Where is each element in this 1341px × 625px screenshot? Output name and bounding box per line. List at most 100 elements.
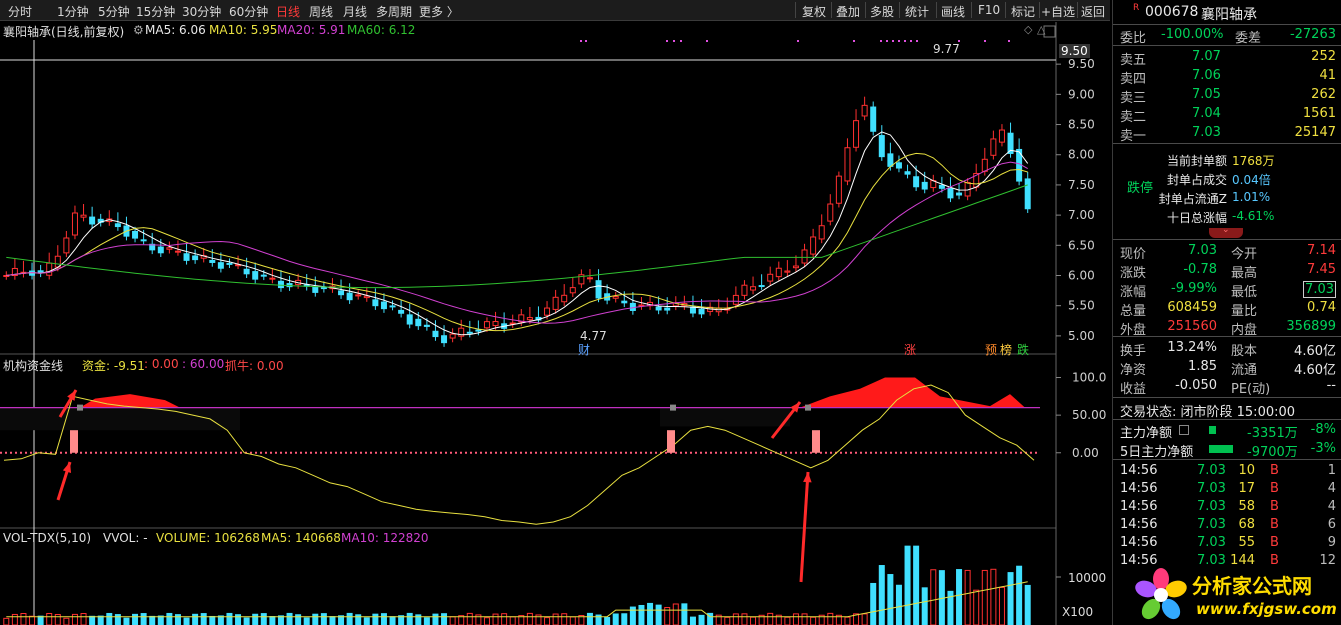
period-toolbar: 分时 1分钟 5分钟 15分钟 30分钟 60分钟 日线 周线 月线 多周期 更… bbox=[0, 0, 1110, 21]
candle-body bbox=[372, 299, 379, 307]
signal-dot bbox=[904, 40, 906, 42]
tab-monthly[interactable]: 月线 bbox=[343, 3, 367, 20]
bang-tag[interactable]: 榜 bbox=[1000, 341, 1012, 358]
tab-15min[interactable]: 15分钟 bbox=[136, 3, 175, 20]
ma5-label: MA5: 6.06 bbox=[145, 23, 206, 37]
volume-value-label: VOLUME: 106268 bbox=[156, 531, 260, 545]
watermark: 分析家公式网 www.fxjgsw.com bbox=[1130, 565, 1341, 625]
candle-body bbox=[269, 277, 276, 280]
volume-bar bbox=[998, 586, 1005, 625]
tab-1min[interactable]: 1分钟 bbox=[57, 3, 89, 20]
stock-code: 000678 bbox=[1145, 4, 1199, 20]
candle-body bbox=[810, 236, 817, 255]
tab-5min[interactable]: 5分钟 bbox=[98, 3, 130, 20]
volume-bar bbox=[526, 612, 533, 625]
candle-body bbox=[998, 129, 1005, 143]
candle-body bbox=[406, 314, 413, 325]
triangle-icon[interactable]: △ bbox=[1037, 23, 1045, 36]
volume-bar bbox=[380, 613, 387, 625]
draw-line-button[interactable]: 画线 bbox=[941, 3, 965, 20]
ma20-line bbox=[6, 161, 1028, 324]
fuquan-button[interactable]: 复权 bbox=[802, 3, 826, 20]
candle-body bbox=[767, 273, 774, 282]
ask-row[interactable]: 卖五 7.07 252 bbox=[1113, 48, 1341, 68]
zero-label: : 0.00 bbox=[144, 357, 179, 371]
candle-body bbox=[981, 158, 988, 172]
info-box-icon[interactable] bbox=[1179, 425, 1189, 435]
candle-body bbox=[956, 192, 963, 196]
stat-row: 涨幅 -9.99% 最低 7.03 bbox=[1120, 281, 1336, 300]
watermark-cn: 分析家公式网 bbox=[1192, 574, 1312, 598]
settings-icon[interactable]: ⚙ bbox=[133, 23, 144, 37]
volume-bar bbox=[37, 615, 44, 625]
f10-button[interactable]: F10 bbox=[978, 3, 1000, 17]
candle-body bbox=[818, 225, 825, 240]
ask-row[interactable]: 卖一 7.03 25147 bbox=[1113, 124, 1341, 144]
candle-body bbox=[913, 176, 920, 188]
tab-weekly[interactable]: 周线 bbox=[309, 3, 333, 20]
seal-row: 封单占成交 0.04倍 bbox=[1166, 173, 1271, 187]
multi-stock-button[interactable]: 多股 bbox=[870, 3, 894, 20]
signal-dot bbox=[1008, 40, 1010, 42]
y-tick-label: 100.0 bbox=[1072, 371, 1106, 385]
tab-fenshi[interactable]: 分时 bbox=[8, 3, 32, 20]
candle-body bbox=[544, 307, 551, 316]
candle-body bbox=[904, 171, 911, 175]
die-tag[interactable]: 跌 bbox=[1017, 341, 1029, 358]
y-tick-label: 8.00 bbox=[1068, 148, 1095, 162]
candle-body bbox=[243, 268, 250, 275]
volume-bar bbox=[406, 612, 413, 625]
volume-bar bbox=[140, 613, 147, 625]
back-button[interactable]: 返回 bbox=[1081, 3, 1105, 20]
tab-30min[interactable]: 30分钟 bbox=[182, 3, 221, 20]
zhang-tag[interactable]: 涨 bbox=[904, 341, 916, 358]
yu-tag[interactable]: 预 bbox=[985, 341, 997, 358]
candle-body bbox=[114, 223, 121, 228]
candle-body bbox=[174, 250, 181, 253]
volume-bar bbox=[209, 615, 216, 625]
candle-body bbox=[466, 331, 473, 334]
tab-more[interactable]: 更多 〉 bbox=[419, 3, 459, 20]
signal-marker bbox=[805, 404, 811, 411]
volume-bar bbox=[973, 589, 980, 625]
volume-bar bbox=[312, 613, 319, 625]
volume-bar bbox=[123, 617, 130, 625]
main-fund-5d-row: 5日主力净额 -9700万 -3% bbox=[1120, 441, 1336, 460]
cai-tag[interactable]: 财 bbox=[578, 341, 590, 358]
fund-bar bbox=[1209, 426, 1216, 434]
seal-row: 当前封单额 1768万 bbox=[1166, 154, 1275, 168]
candle-body bbox=[89, 216, 96, 225]
ma10-label: MA10: 5.95 bbox=[209, 23, 278, 37]
tab-60min[interactable]: 60分钟 bbox=[229, 3, 268, 20]
tab-multi-period[interactable]: 多周期 bbox=[376, 3, 412, 20]
add-watchlist-button[interactable]: +自选 bbox=[1041, 3, 1075, 20]
volume-bar bbox=[243, 617, 250, 625]
zhuaniu-bar bbox=[812, 430, 820, 453]
volume-bar bbox=[655, 604, 662, 625]
signal-dot bbox=[898, 40, 900, 42]
stat-row: 现价 7.03 今开 7.14 bbox=[1120, 243, 1336, 262]
ask-row[interactable]: 卖三 7.05 262 bbox=[1113, 86, 1341, 106]
signal-dot bbox=[984, 40, 986, 42]
mark-button[interactable]: 标记 bbox=[1011, 3, 1035, 20]
vol-unit-label: X100 bbox=[1062, 605, 1094, 619]
diamond-icon[interactable]: ◇ bbox=[1024, 23, 1032, 36]
collapse-chevron-icon[interactable]: ⌄ bbox=[1209, 225, 1243, 238]
ask-row[interactable]: 卖二 7.04 1561 bbox=[1113, 105, 1341, 125]
volume-bar bbox=[741, 613, 748, 625]
weibi-row: 委比 -100.00% 委差 -27263 bbox=[1120, 27, 1336, 46]
stats-button[interactable]: 统计 bbox=[905, 3, 929, 20]
volume-bar bbox=[269, 616, 276, 625]
ask-row[interactable]: 卖四 7.06 41 bbox=[1113, 67, 1341, 87]
tab-daily[interactable]: 日线 bbox=[276, 3, 300, 20]
candle-body bbox=[775, 267, 782, 278]
volume-bar bbox=[166, 612, 173, 625]
stock-name: 襄阳轴承 bbox=[1201, 7, 1257, 23]
stat-row: 涨跌 -0.78 最高 7.45 bbox=[1120, 262, 1336, 281]
signal-dot bbox=[673, 40, 675, 42]
chart-area[interactable]: 9.50 9.00 8.50 8.00 7.50 7.00 6.50 6.00 5.50 5.00… bbox=[0, 22, 1110, 625]
overlay-button[interactable]: 叠加 bbox=[836, 3, 860, 20]
candle-body bbox=[71, 212, 78, 236]
candle-body bbox=[355, 294, 362, 297]
candle-body bbox=[492, 321, 499, 327]
